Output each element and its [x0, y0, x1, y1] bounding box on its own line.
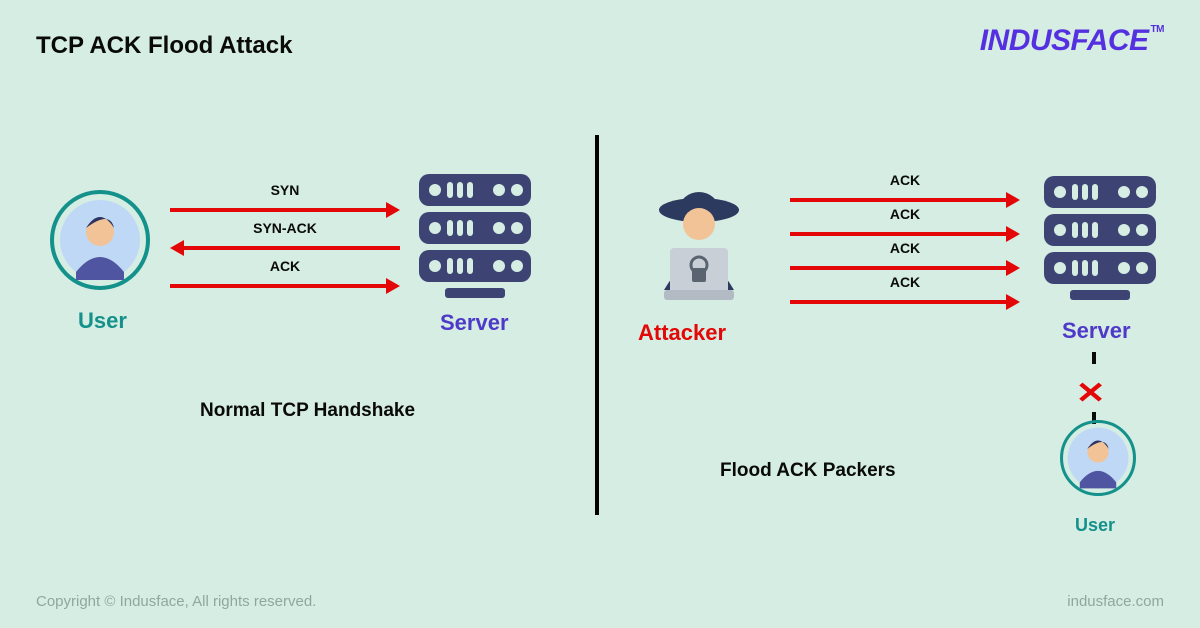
arrow-label: ACK	[790, 206, 1020, 222]
left-caption: Normal TCP Handshake	[200, 400, 415, 422]
server-label: Server	[1062, 318, 1131, 344]
arrow-label: ACK	[790, 240, 1020, 256]
server-icon	[1040, 172, 1160, 312]
panel-divider	[595, 135, 599, 515]
attacker-label: Attacker	[638, 320, 726, 346]
arrow-label: SYN	[170, 182, 400, 198]
syn-arrow: SYN	[170, 200, 400, 220]
arrow-label: ACK	[790, 274, 1020, 290]
brand-text: INDUSFACE	[980, 24, 1149, 57]
arrow-label: SYN-ACK	[170, 220, 400, 236]
trademark-symbol: TM	[1151, 24, 1164, 35]
server-label: Server	[440, 310, 509, 336]
blocked-cross-icon: ✕	[1075, 376, 1105, 411]
user-avatar-icon	[50, 190, 150, 290]
synack-arrow: SYN-ACK	[170, 238, 400, 258]
copyright-text: Copyright © Indusface, All rights reserv…	[36, 593, 316, 610]
user-avatar-icon	[1060, 420, 1136, 501]
domain-text: indusface.com	[1067, 593, 1164, 610]
right-caption: Flood ACK Packers	[720, 460, 896, 482]
user-label: User	[1075, 515, 1115, 536]
brand-logo: INDUSFACETM	[980, 24, 1164, 58]
page-title: TCP ACK Flood Attack	[36, 32, 292, 60]
attacker-icon	[634, 170, 764, 315]
arrow-label: ACK	[170, 258, 400, 274]
connection-dash	[1092, 352, 1096, 364]
ack-flood-arrow: ACK	[790, 292, 1020, 312]
arrow-label: ACK	[790, 172, 1020, 188]
ack-arrow: ACK	[170, 276, 400, 296]
server-icon	[415, 170, 535, 310]
user-label: User	[78, 308, 127, 334]
